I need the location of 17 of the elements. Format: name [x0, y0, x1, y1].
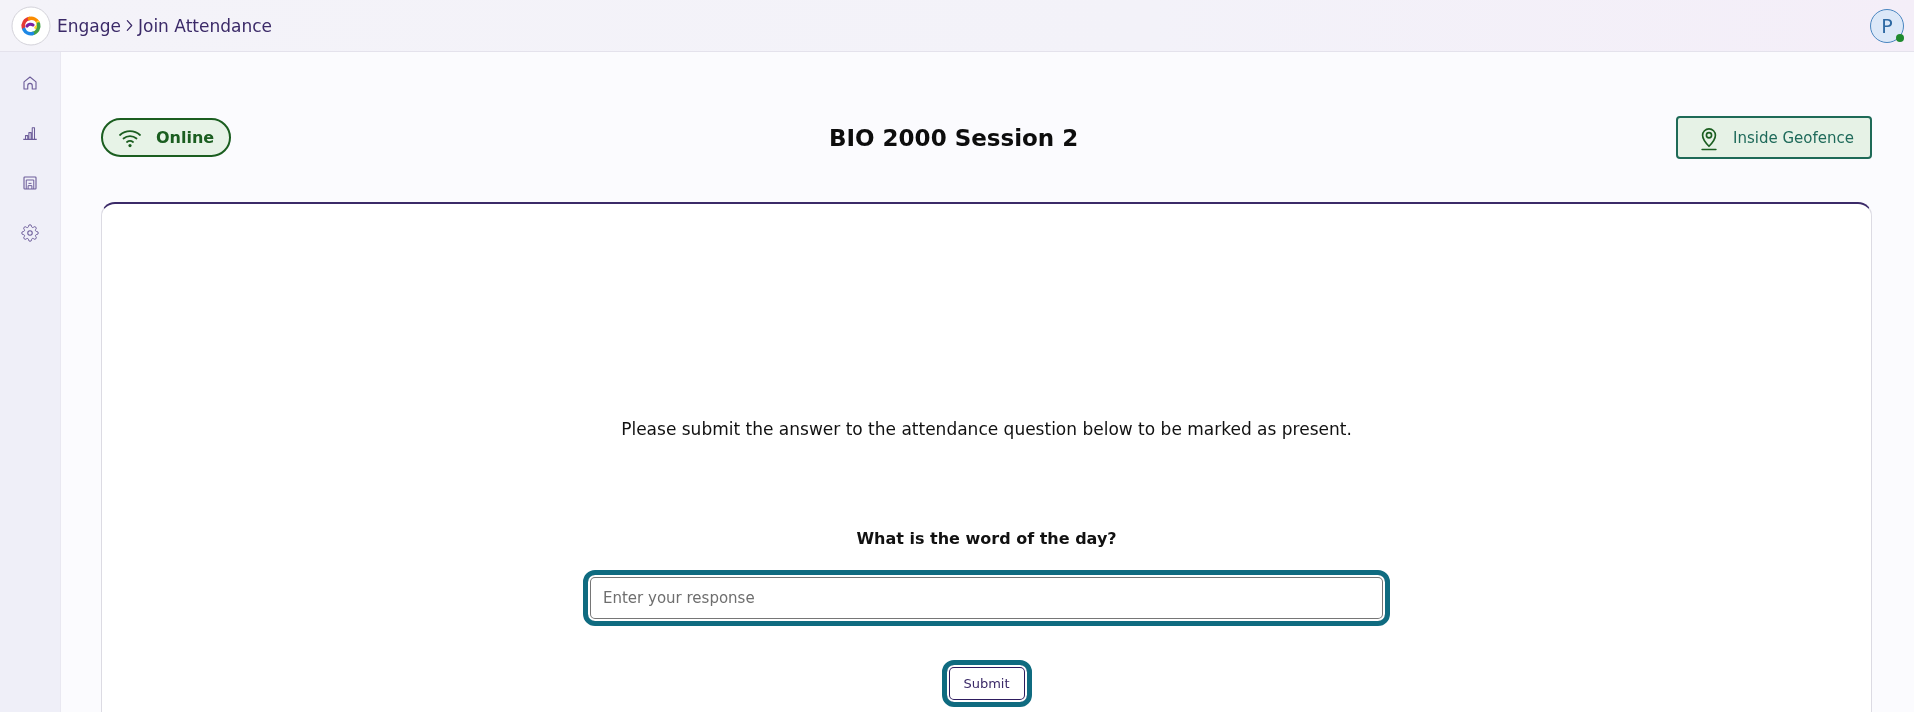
submit-button[interactable]: Submit [941, 660, 1032, 707]
breadcrumb-link[interactable]: Engage [57, 14, 121, 37]
logo-icon [11, 5, 51, 46]
question-text: What is the word of the day? [856, 528, 1117, 550]
frame-icon [21, 174, 39, 192]
breadcrumb-current: Join Attendance [138, 14, 272, 37]
home-icon [21, 74, 39, 92]
wifi-icon [118, 127, 142, 148]
status-label: Online [156, 128, 215, 147]
session-title: BIO 2000 Session 2 [827, 124, 1080, 151]
settings-icon [21, 224, 39, 242]
bar-chart-icon [21, 124, 39, 142]
avatar[interactable]: P [1870, 8, 1904, 43]
geofence-label: Inside Geofence [1733, 128, 1854, 147]
instruction-text: Please submit the answer to the attendance question below to be marked as present. [621, 418, 1352, 441]
chevron-icon [126, 19, 133, 32]
response-input-field[interactable]: Enter your response [583, 570, 1390, 626]
